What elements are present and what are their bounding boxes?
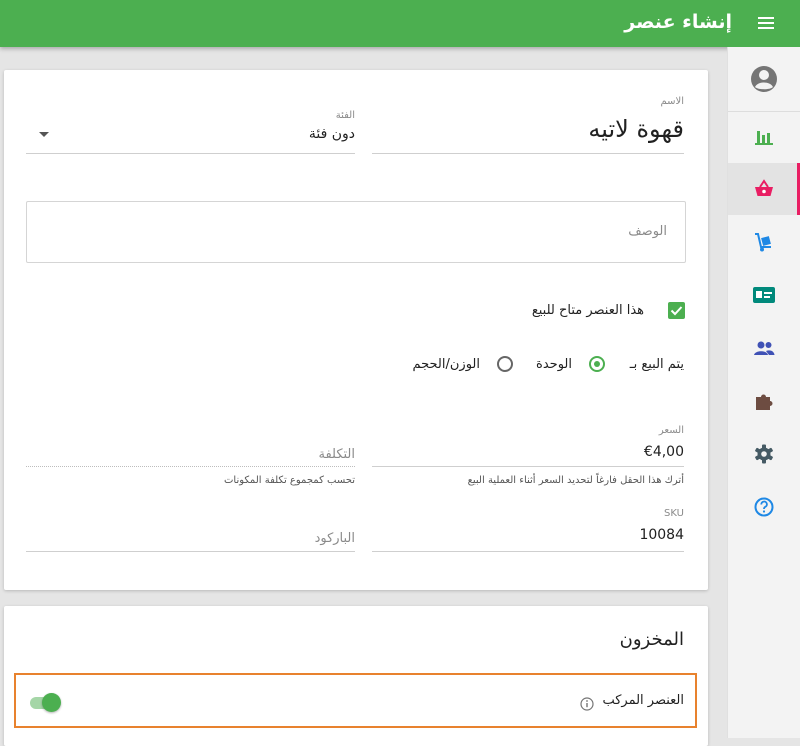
price-input[interactable]: €4,00 xyxy=(644,444,684,460)
account-circle-icon xyxy=(751,66,777,92)
inventory-title: المخزون xyxy=(619,629,684,650)
nav-customers[interactable] xyxy=(728,269,800,321)
sold-by-weight-label: الوزن/الحجم xyxy=(412,357,480,372)
app-bar: إنشاء عنصر xyxy=(0,0,800,47)
gear-icon xyxy=(755,444,773,464)
category-select[interactable]: دون فئة xyxy=(309,126,355,142)
sold-by-label: يتم البيع بـ xyxy=(629,357,684,372)
name-label: الاسم xyxy=(660,96,684,107)
item-details-card xyxy=(4,70,708,590)
puzzle-piece-icon xyxy=(756,394,773,410)
available-for-sale-label: هذا العنصر متاح للبيع xyxy=(531,303,644,318)
category-label: الفئة xyxy=(335,110,355,121)
sku-underline xyxy=(372,551,684,552)
id-card-icon xyxy=(753,287,775,303)
sku-label: SKU xyxy=(664,508,684,519)
sold-by-weight-radio[interactable] xyxy=(497,356,513,372)
cost-input[interactable]: التكلفة xyxy=(318,447,355,462)
dropdown-arrow-icon[interactable] xyxy=(39,132,49,137)
nav-employees[interactable] xyxy=(728,322,800,374)
name-input[interactable]: قهوة لاتيه xyxy=(588,115,684,143)
account-button[interactable] xyxy=(728,47,800,112)
sold-by-unit-radio[interactable] xyxy=(589,356,605,372)
composite-item-row xyxy=(14,673,697,728)
nav-reports[interactable] xyxy=(728,110,800,162)
nav-help[interactable] xyxy=(728,481,800,533)
help-circle-icon xyxy=(754,497,774,517)
info-icon[interactable] xyxy=(580,697,594,711)
page-title: إنشاء عنصر xyxy=(624,11,732,33)
composite-item-toggle-knob[interactable] xyxy=(42,693,61,712)
check-icon xyxy=(670,306,683,316)
sold-by-unit-label: الوحدة xyxy=(536,357,572,372)
sku-input[interactable]: 10084 xyxy=(639,527,684,543)
category-underline xyxy=(26,153,355,154)
name-underline xyxy=(372,153,684,154)
nav-settings[interactable] xyxy=(728,428,800,480)
price-hint: أترك هذا الحقل فارغاً لتحديد السعر أثناء… xyxy=(467,475,684,486)
hamburger-menu-icon[interactable] xyxy=(756,13,776,33)
barcode-underline xyxy=(26,551,355,552)
description-field[interactable]: الوصف xyxy=(26,201,686,263)
available-for-sale-checkbox[interactable] xyxy=(668,302,685,319)
bar-chart-icon xyxy=(755,131,773,145)
nav-items[interactable] xyxy=(728,163,800,215)
price-label: السعر xyxy=(658,425,684,436)
navigation-rail xyxy=(727,47,800,738)
dolly-cart-icon xyxy=(755,233,771,252)
price-underline xyxy=(372,466,684,467)
nav-inventory[interactable] xyxy=(728,216,800,268)
description-placeholder: الوصف xyxy=(628,224,667,239)
composite-item-label: العنصر المركب xyxy=(602,693,684,708)
cost-underline xyxy=(26,466,355,467)
shopping-basket-icon xyxy=(755,179,773,196)
cost-hint: تحسب كمجموع تكلفة المكونات xyxy=(223,475,355,486)
people-icon xyxy=(754,341,775,355)
nav-integrations[interactable] xyxy=(728,375,800,427)
barcode-input[interactable]: الباركود xyxy=(315,531,355,546)
